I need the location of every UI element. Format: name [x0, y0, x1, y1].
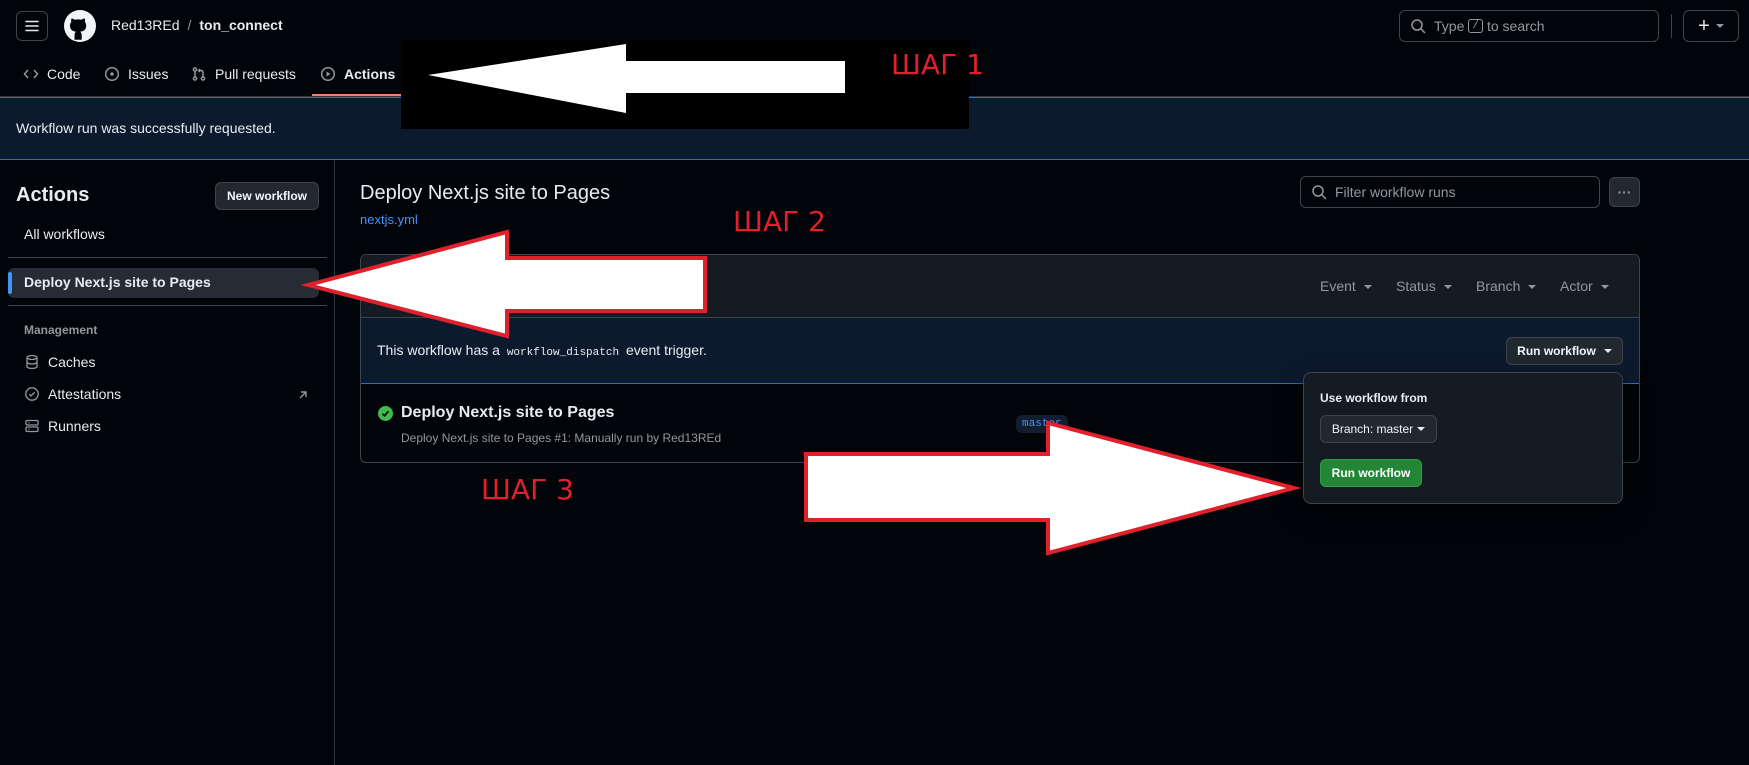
database-icon	[26, 354, 38, 370]
annotation-step2: ШАГ 2	[733, 205, 826, 238]
annotation-step3: ШАГ 3	[481, 473, 574, 506]
dispatch-code: workflow_dispatch	[503, 347, 623, 359]
sidebar-title: Actions	[16, 184, 90, 206]
sidebar-divider	[8, 257, 327, 258]
search-input[interactable]: Type / to search	[1399, 10, 1659, 42]
chevron-down-icon	[1443, 285, 1452, 290]
sidebar-item-label: Attestations	[48, 386, 122, 402]
dispatch-suffix: event trigger.	[625, 342, 707, 358]
menu-button[interactable]	[16, 11, 48, 41]
search-icon	[1312, 185, 1327, 200]
filter-event[interactable]: Event	[1320, 278, 1372, 294]
external-link-icon	[299, 391, 307, 399]
success-check-icon	[378, 406, 393, 421]
tab-issues[interactable]: Issues	[104, 54, 168, 94]
issue-icon	[104, 66, 120, 82]
filter-status[interactable]: Status	[1396, 278, 1452, 294]
tab-label: Code	[47, 66, 81, 82]
tab-label: Actions	[344, 66, 396, 82]
chevron-down-icon	[1715, 24, 1724, 28]
filter-label: Branch	[1476, 278, 1521, 294]
chevron-down-icon	[1603, 349, 1612, 353]
search-placeholder-prefix: Type	[1434, 18, 1465, 34]
chevron-down-icon	[1363, 285, 1372, 290]
sidebar	[0, 160, 335, 765]
pull-request-icon	[192, 67, 206, 81]
sidebar-item-label: Caches	[48, 354, 96, 370]
sidebar-item-all-workflows[interactable]: All workflows	[24, 226, 105, 242]
dispatch-message: This workflow has a workflow_dispatch ev…	[377, 342, 707, 359]
server-icon	[25, 419, 39, 433]
sidebar-divider	[8, 305, 327, 306]
arrow-left-icon	[300, 229, 707, 339]
sidebar-item-label: Deploy Next.js site to Pages	[24, 274, 211, 290]
management-heading: Management	[24, 323, 98, 337]
breadcrumb-separator: /	[187, 17, 192, 33]
annotation-step1: ШАГ 1	[891, 48, 984, 81]
github-logo-icon[interactable]	[64, 10, 96, 42]
create-new-button[interactable]: +	[1683, 10, 1739, 42]
filter-label: Status	[1396, 278, 1436, 294]
breadcrumb: Red13REd / ton_connect	[111, 17, 283, 33]
filter-runs-input[interactable]: Filter workflow runs	[1300, 176, 1600, 208]
button-label: Run workflow	[1517, 344, 1596, 358]
search-placeholder-suffix: to search	[1486, 18, 1545, 34]
button-label: Branch: master	[1331, 422, 1414, 436]
hamburger-icon	[25, 20, 39, 32]
filter-branch[interactable]: Branch	[1476, 278, 1537, 294]
flash-message: Workflow run was successfully requested.	[16, 120, 276, 136]
chevron-down-icon	[1600, 285, 1609, 290]
run-workflow-dropdown-button[interactable]: Run workflow	[1506, 337, 1623, 365]
workflow-file-link[interactable]: nextjs.yml	[360, 212, 418, 227]
filter-label: Actor	[1560, 278, 1593, 294]
sidebar-item-caches[interactable]: Caches	[24, 354, 95, 370]
sidebar-item-label: Runners	[48, 418, 101, 434]
sidebar-item-attestations[interactable]: Attestations	[24, 386, 121, 402]
run-workflow-submit-button[interactable]: Run workflow	[1320, 459, 1422, 487]
arrow-left-icon	[428, 44, 845, 113]
arrow-right-icon	[804, 420, 1302, 556]
tab-code[interactable]: Code	[23, 54, 80, 94]
breadcrumb-owner[interactable]: Red13REd	[111, 17, 180, 33]
page-title: Deploy Next.js site to Pages	[360, 182, 611, 204]
branch-select-button[interactable]: Branch: master	[1320, 415, 1437, 443]
search-icon	[1411, 19, 1426, 34]
popover-heading: Use workflow from	[1320, 391, 1428, 405]
tab-label: Issues	[128, 66, 169, 82]
dispatch-prefix: This workflow has a	[377, 342, 500, 358]
more-options-button[interactable]: ···	[1609, 177, 1640, 207]
code-icon	[23, 69, 39, 79]
selected-indicator	[8, 272, 12, 294]
tab-actions[interactable]: Actions	[320, 54, 395, 94]
tab-pull-requests[interactable]: Pull requests	[191, 54, 296, 94]
new-workflow-button[interactable]: New workflow	[215, 182, 319, 210]
tab-selected-indicator	[312, 94, 401, 96]
chevron-down-icon	[1417, 427, 1426, 431]
header-divider	[1671, 14, 1672, 38]
filter-placeholder: Filter workflow runs	[1335, 184, 1456, 200]
run-subtitle: Deploy Next.js site to Pages #1: Manuall…	[401, 431, 722, 445]
chevron-down-icon	[1528, 285, 1537, 290]
filter-actor[interactable]: Actor	[1560, 278, 1609, 294]
search-shortcut-key: /	[1468, 19, 1483, 33]
verified-icon	[25, 387, 39, 401]
play-icon	[320, 66, 336, 82]
run-title[interactable]: Deploy Next.js site to Pages	[401, 404, 614, 422]
tab-label: Pull requests	[215, 66, 296, 82]
filter-label: Event	[1320, 278, 1356, 294]
sidebar-item-runners[interactable]: Runners	[24, 418, 101, 434]
breadcrumb-repo[interactable]: ton_connect	[199, 17, 282, 33]
plus-icon: +	[1698, 15, 1710, 37]
